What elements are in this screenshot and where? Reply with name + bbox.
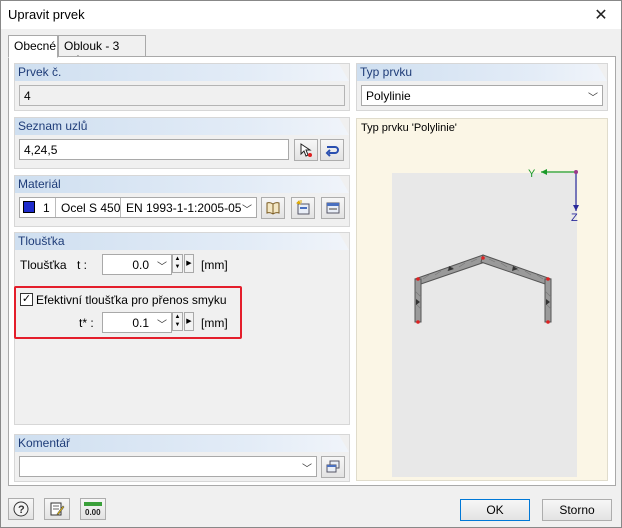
material-color-swatch: [23, 201, 35, 213]
cancel-button[interactable]: Storno: [542, 499, 612, 521]
edit-material-button[interactable]: [321, 197, 345, 219]
group-komentar: Komentář ﹀: [14, 434, 350, 482]
thickness-label: Tloušťka: [20, 258, 67, 272]
decimal-units-icon: 0.00: [84, 502, 102, 517]
title-bar: Upravit prvek ✕: [1, 1, 621, 29]
book-icon: [266, 202, 280, 215]
effective-thickness-more-button[interactable]: ▶: [184, 312, 194, 331]
new-material-button[interactable]: [291, 197, 315, 219]
group-prvek: Prvek č. 4: [14, 63, 350, 111]
help-button[interactable]: ?: [8, 498, 34, 520]
cursor-pick-icon: [300, 143, 312, 157]
thickness-unit: [mm]: [201, 258, 228, 272]
group-header: Prvek č.: [15, 64, 349, 81]
effective-thickness-spinner[interactable]: ▲ ▼: [172, 312, 183, 331]
new-item-icon: [296, 200, 310, 215]
window-title: Upravit prvek: [8, 7, 85, 22]
chevron-down-icon: ﹀: [302, 464, 312, 475]
edit-dialog-icon: [326, 202, 340, 214]
effective-thickness-unit: [mm]: [201, 316, 228, 330]
group-header: Typ prvku: [357, 64, 607, 81]
chevron-down-icon: ﹀: [157, 320, 167, 331]
group-header: Seznam uzlů: [15, 118, 349, 135]
effective-thickness-input[interactable]: 0.1 ﹀: [102, 312, 172, 333]
element-type-select[interactable]: Polylinie ﹀: [361, 85, 603, 106]
chevron-down-icon: ﹀: [242, 205, 252, 216]
material-library-button[interactable]: [261, 197, 285, 219]
ok-label: OK: [486, 503, 504, 517]
effective-thickness-value: 0.1: [132, 316, 149, 330]
thickness-symbol: t :: [77, 258, 88, 272]
axis-z-label: Z: [571, 212, 578, 224]
tab-label: Obecné: [14, 39, 57, 53]
divider: [55, 198, 56, 217]
thickness-spinner[interactable]: ▲ ▼: [172, 254, 183, 273]
edit-notes-button[interactable]: [44, 498, 70, 520]
ok-button[interactable]: OK: [460, 499, 530, 521]
group-seznam-uzlu: Seznam uzlů 4,24,5: [14, 117, 350, 169]
group-typ-prvku: Typ prvku Polylinie ﹀: [356, 63, 608, 111]
material-number: 1: [43, 201, 50, 215]
material-name: Ocel S 450: [61, 201, 121, 215]
group-header: Tloušťka: [15, 233, 349, 250]
comment-library-button[interactable]: [321, 456, 345, 478]
axis-y-label: Y: [528, 168, 536, 180]
thickness-input[interactable]: 0.0 ﹀: [102, 254, 172, 275]
thickness-more-button[interactable]: ▶: [184, 254, 194, 273]
units-label: 0.00: [85, 508, 101, 517]
thickness-value: 0.0: [132, 258, 149, 272]
close-icon[interactable]: ✕: [581, 1, 621, 29]
material-norm: EN 1993-1-1:2005-05: [126, 201, 242, 215]
reverse-arrow-icon: [325, 146, 339, 157]
cancel-label: Storno: [559, 503, 595, 517]
node-list-input[interactable]: 4,24,5: [19, 139, 289, 160]
reverse-direction-button[interactable]: [320, 139, 344, 161]
material-select[interactable]: 1 Ocel S 450 EN 1993-1-1:2005-05 ﹀: [19, 197, 257, 218]
dialog-window: Upravit prvek ✕ Obecné Oblouk - 3 uzly P…: [0, 0, 622, 528]
group-material: Materiál 1 Ocel S 450 EN 1993-1-1:2005-0…: [14, 175, 350, 227]
edit-pencil-icon: [50, 502, 65, 516]
chevron-down-icon: ﹀: [588, 93, 598, 104]
element-type-preview: Typ prvku 'Polylinie' Y Z: [356, 118, 608, 481]
effective-thickness-symbol: t* :: [79, 316, 94, 330]
group-header: Materiál: [15, 176, 349, 193]
polyline-preview-drawing: Y Z: [392, 168, 579, 477]
units-button[interactable]: 0.00: [80, 498, 106, 520]
tab-obecne[interactable]: Obecné: [8, 35, 58, 58]
help-icon: ?: [13, 501, 29, 517]
chevron-down-icon: ﹀: [157, 262, 167, 273]
effective-thickness-checkbox[interactable]: ✓: [20, 293, 33, 306]
tab-oblouk[interactable]: Oblouk - 3 uzly: [58, 35, 146, 67]
element-number-field: 4: [19, 85, 345, 106]
pick-nodes-button[interactable]: [294, 139, 318, 161]
stacked-windows-icon: [326, 460, 340, 473]
divider: [120, 198, 121, 217]
svg-text:?: ?: [18, 504, 25, 516]
comment-input[interactable]: ﹀: [19, 456, 317, 477]
element-type-value: Polylinie: [366, 89, 411, 103]
group-header: Komentář: [15, 435, 349, 452]
effective-thickness-label: Efektivní tloušťka pro přenos smyku: [36, 293, 227, 307]
